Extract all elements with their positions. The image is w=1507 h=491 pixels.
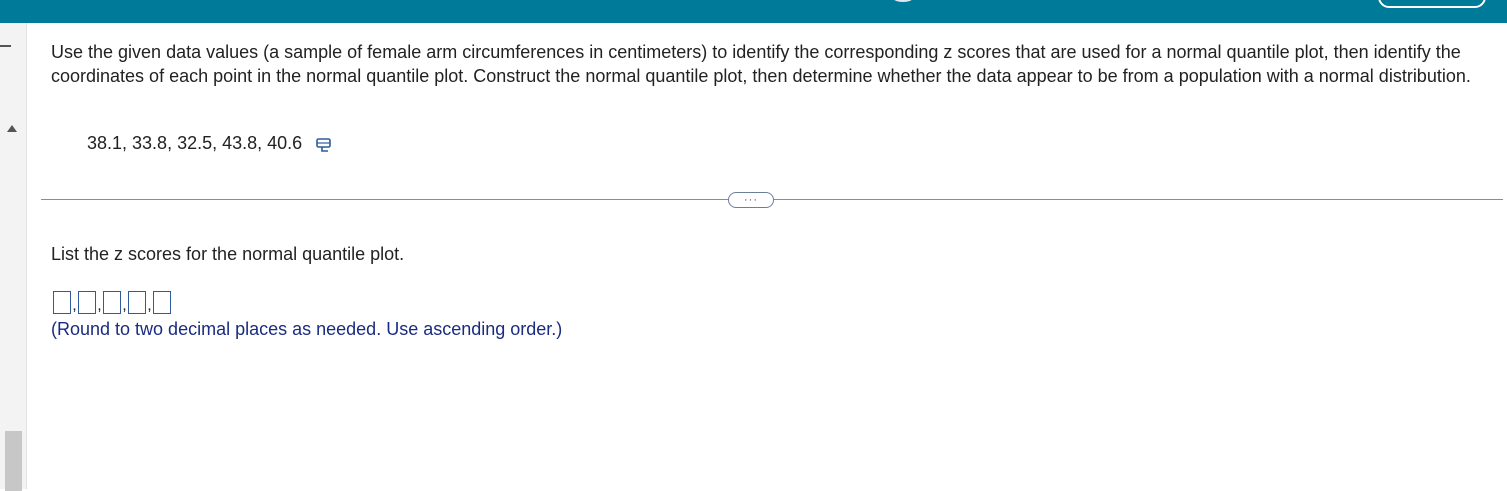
left-scrollbar[interactable] xyxy=(0,23,27,491)
z-score-input-4[interactable] xyxy=(128,291,146,314)
top-bar-button[interactable] xyxy=(1378,0,1486,8)
ellipsis-icon[interactable]: ··· xyxy=(728,192,774,208)
collapse-panel-icon[interactable] xyxy=(0,45,11,47)
separator: , xyxy=(147,297,152,314)
z-score-answer-row: , , , , xyxy=(53,287,171,314)
z-score-input-1[interactable] xyxy=(53,291,71,314)
separator: , xyxy=(97,297,102,314)
top-bar xyxy=(0,0,1507,23)
copy-data-icon[interactable] xyxy=(316,136,332,152)
data-values-row: 38.1, 33.8, 32.5, 43.8, 40.6 xyxy=(87,130,332,156)
top-bar-indicator xyxy=(893,0,913,2)
part-prompt: List the z scores for the normal quantil… xyxy=(51,244,405,264)
question-text: Use the given data values (a sample of f… xyxy=(51,42,1471,86)
z-score-input-5[interactable] xyxy=(153,291,171,314)
z-score-input-2[interactable] xyxy=(78,291,96,314)
data-values: 38.1, 33.8, 32.5, 43.8, 40.6 xyxy=(87,132,303,153)
separator: , xyxy=(122,297,127,314)
scroll-thumb[interactable] xyxy=(5,431,22,491)
z-score-input-3[interactable] xyxy=(103,291,121,314)
separator: , xyxy=(72,297,77,314)
scroll-up-arrow-icon[interactable] xyxy=(7,125,17,132)
rounding-hint: (Round to two decimal places as needed. … xyxy=(51,319,563,339)
